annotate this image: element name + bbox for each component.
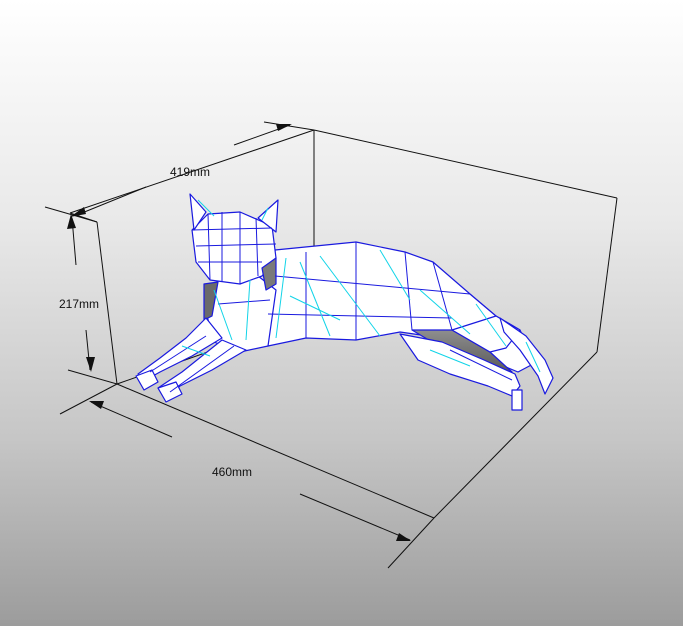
width-dimension: 460mm [59, 383, 435, 569]
height-dimension: 217mm [59, 214, 118, 385]
width-extension-right [387, 517, 435, 569]
width-line-left [90, 401, 173, 438]
3d-viewport[interactable]: 419mm 217mm 460mm [0, 0, 683, 626]
depth-line-left [76, 186, 147, 216]
width-arrow-left [89, 401, 104, 409]
box-front-edge [116, 383, 435, 519]
papercraft-dimension-diagram: 419mm 217mm 460mm [44, 121, 618, 569]
width-label: 460mm [212, 465, 252, 479]
cat-back-paw [511, 389, 523, 411]
box-left-vertical [96, 221, 118, 385]
width-arrow-right [396, 533, 411, 541]
depth-extension-right [263, 121, 315, 131]
depth-label: 419mm [170, 165, 210, 179]
height-label: 217mm [59, 297, 99, 311]
height-extension-bottom [67, 369, 118, 385]
cat-model-icon [135, 193, 554, 411]
height-arrow-top [67, 214, 76, 229]
box-top-back-edge [313, 129, 618, 199]
height-arrow-bottom [86, 357, 95, 372]
depth-arrow-right [276, 124, 292, 131]
box-right-vertical [596, 197, 618, 353]
